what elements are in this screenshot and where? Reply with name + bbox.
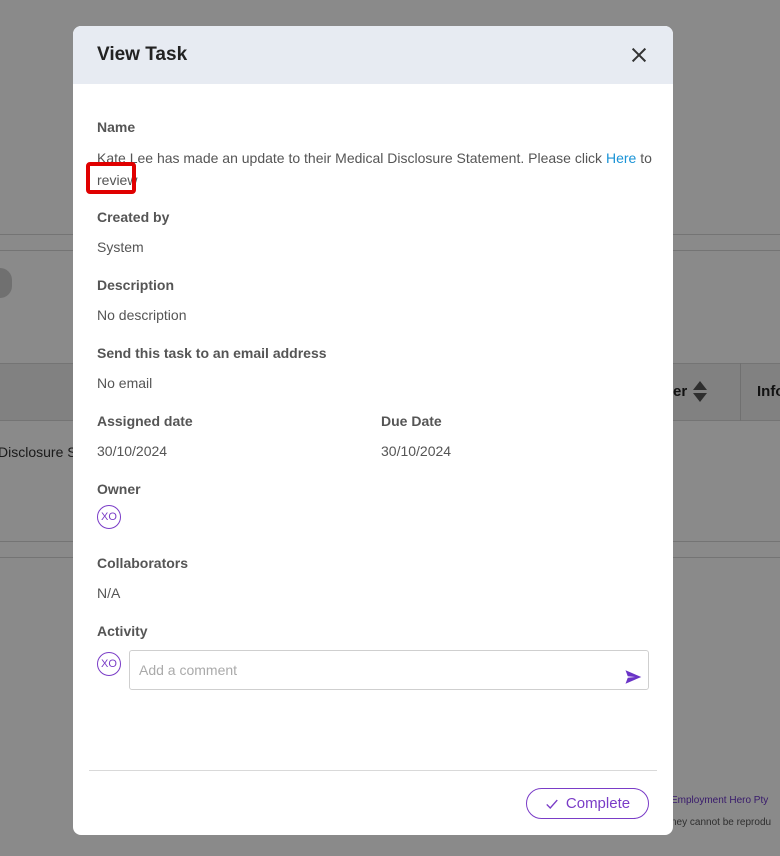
collaborators-value: N/A xyxy=(97,585,121,601)
created-by-label: Created by xyxy=(97,209,170,225)
name-text-before: Kate Lee has made an update to their Med… xyxy=(97,150,603,166)
comment-input[interactable] xyxy=(130,651,610,689)
check-icon xyxy=(546,799,558,809)
due-date-label: Due Date xyxy=(381,413,442,429)
modal-header: View Task xyxy=(73,26,673,84)
activity-label: Activity xyxy=(97,623,148,639)
name-value: Kate Lee has made an update to their Med… xyxy=(97,147,653,191)
assigned-date-value: 30/10/2024 xyxy=(97,443,168,459)
due-date-value: 30/10/2024 xyxy=(381,443,452,459)
activity-avatar: XO xyxy=(97,652,121,676)
complete-label: Complete xyxy=(565,795,631,812)
here-link[interactable]: Here xyxy=(606,150,636,166)
assigned-date-label: Assigned date xyxy=(97,413,193,429)
email-label: Send this task to an email address xyxy=(97,345,327,361)
footer-divider xyxy=(89,770,657,771)
comment-box xyxy=(129,650,649,690)
created-by-value: System xyxy=(97,239,144,255)
collaborators-label: Collaborators xyxy=(97,555,189,571)
highlight-box xyxy=(86,162,136,194)
description-value: No description xyxy=(97,307,187,323)
owner-label: Owner xyxy=(97,481,141,497)
owner-avatar[interactable]: XO xyxy=(97,505,121,529)
email-value: No email xyxy=(97,375,153,391)
name-label: Name xyxy=(97,119,136,135)
send-icon[interactable] xyxy=(624,668,642,686)
description-label: Description xyxy=(97,277,175,293)
view-task-modal: View Task Name Kate Lee has made an upda… xyxy=(73,26,673,835)
complete-button[interactable]: Complete xyxy=(526,788,649,819)
modal-title: View Task xyxy=(97,44,188,65)
close-icon[interactable] xyxy=(629,45,649,65)
